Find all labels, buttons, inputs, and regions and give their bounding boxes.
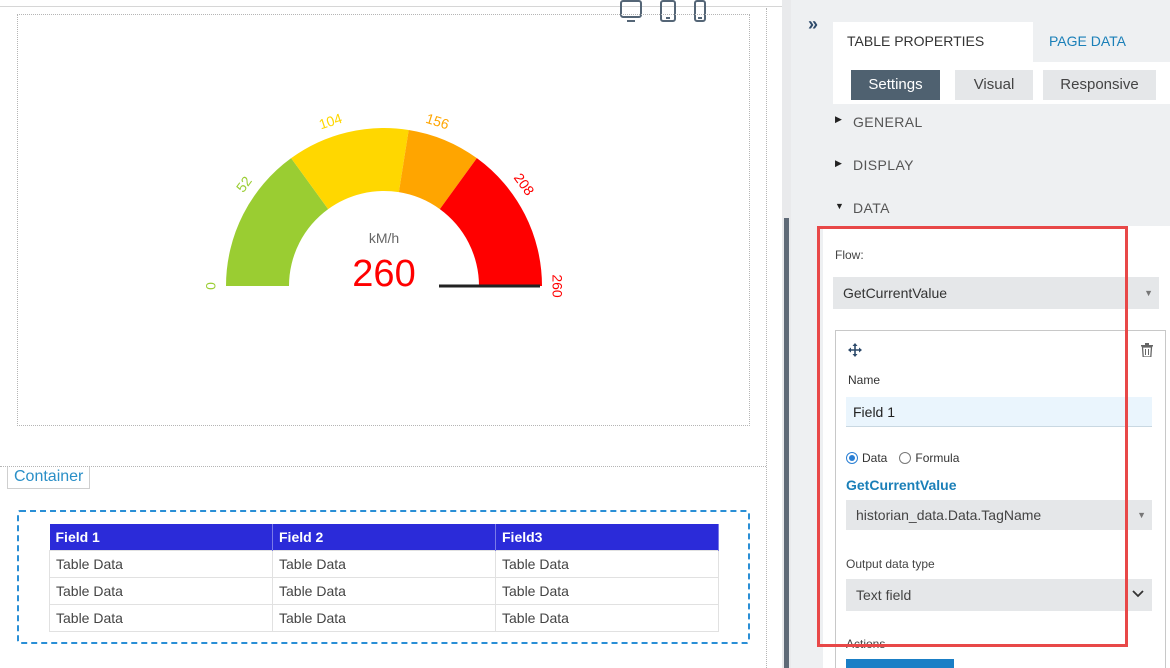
caret-down-icon: ▼	[835, 201, 845, 211]
section-general[interactable]: ▶ GENERAL	[823, 104, 1170, 134]
table-cell: Table Data	[49, 603, 273, 632]
table-header-row: Field 1 Field 2 Field3	[49, 524, 719, 550]
table-cell: Table Data	[49, 576, 273, 605]
gauge-tick-label: 104	[317, 110, 344, 133]
subtab-visual[interactable]: Visual	[955, 70, 1033, 100]
canvas-row-divider	[0, 466, 766, 467]
gauge-tick-label: 156	[424, 110, 451, 133]
container-label[interactable]: Container	[7, 467, 91, 489]
section-data[interactable]: ▼ DATA	[823, 189, 1170, 227]
caret-down-icon: ▼	[1144, 288, 1153, 298]
gauge-tick-label: 208	[511, 170, 538, 198]
section-data-label: DATA	[853, 200, 890, 216]
table-row: Table Data Table Data Table Data	[49, 576, 719, 605]
table-header-cell[interactable]: Field 2	[272, 524, 496, 550]
section-display-label: DISPLAY	[853, 157, 914, 173]
table-cell: Table Data	[272, 576, 496, 605]
table-cell: Table Data	[272, 603, 496, 632]
table-header-cell[interactable]: Field3	[495, 524, 719, 550]
section-general-label: GENERAL	[853, 114, 923, 130]
chevron-down-icon	[1132, 590, 1144, 598]
gauge-tick-label: 52	[233, 173, 255, 195]
tab-table-properties[interactable]: TABLE PROPERTIES	[833, 22, 1033, 62]
table-cell: Table Data	[495, 603, 719, 632]
canvas-column-divider	[766, 8, 767, 668]
caret-right-icon: ▶	[835, 158, 843, 168]
highlight-box	[817, 226, 1128, 647]
add-action-button[interactable]	[846, 659, 954, 668]
table-row: Table Data Table Data Table Data	[49, 549, 719, 578]
gauge-tick-label: 260	[549, 274, 565, 298]
tab-page-data[interactable]: PAGE DATA	[1035, 22, 1165, 62]
subtab-settings[interactable]: Settings	[851, 70, 940, 100]
gauge-unit-label: kM/h	[369, 230, 399, 246]
caret-right-icon: ▶	[835, 114, 843, 124]
trash-icon[interactable]	[1141, 343, 1153, 357]
table-cell: Table Data	[495, 549, 719, 578]
table-cell: Table Data	[49, 549, 273, 578]
design-canvas: 0 52 104 156 208 260 kM/h 260 Container Field…	[0, 0, 782, 668]
table-widget-frame[interactable]: Field 1 Field 2 Field3 Table Data Table …	[17, 510, 750, 644]
section-display[interactable]: ▶ DISPLAY	[823, 146, 1170, 184]
speed-gauge: 0 52 104 156 208 260 kM/h 260	[203, 110, 566, 298]
table-row: Table Data Table Data Table Data	[49, 603, 719, 632]
table-cell: Table Data	[272, 549, 496, 578]
collapse-panel-icon[interactable]: »	[808, 14, 818, 35]
caret-down-icon: ▼	[1137, 510, 1146, 520]
gauge-value: 260	[352, 253, 415, 295]
gauge-tick-label: 0	[203, 282, 219, 290]
data-table: Field 1 Field 2 Field3 Table Data Table …	[49, 524, 719, 632]
canvas-scrollbar-thumb[interactable]	[784, 218, 789, 668]
table-cell: Table Data	[495, 576, 719, 605]
table-header-cell[interactable]: Field 1	[49, 524, 273, 550]
subtab-responsive[interactable]: Responsive	[1043, 70, 1156, 100]
